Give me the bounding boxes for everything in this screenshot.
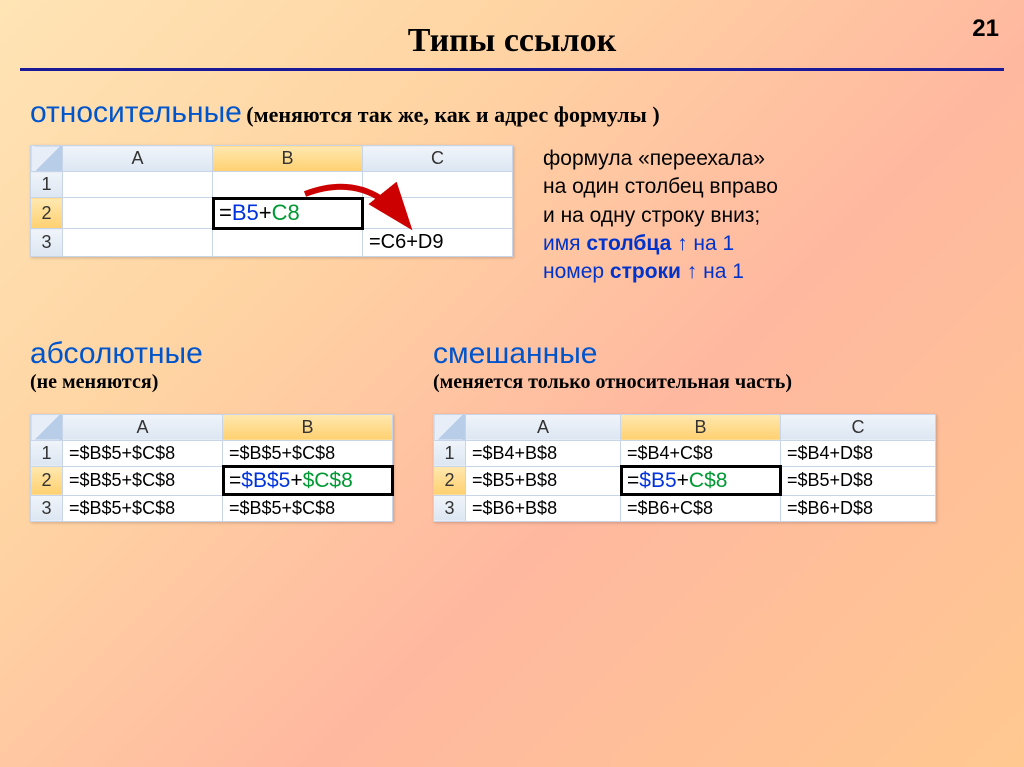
sheet-relative: A B C 1 2 =B5+C8 3 [30,145,513,257]
row-2: 2 [31,466,63,495]
cell-a2: =$B5+B$8 [466,466,621,495]
heading-mixed: смешанные [433,337,597,370]
t: столбца [586,232,671,255]
sheet-mixed: A B C 1 =$B4+B$8 =$B4+C$8 =$B4+D$8 2 =$B… [433,414,936,522]
cell-a2 [63,198,213,229]
cell-a3: =$B$5+$C$8 [63,495,223,521]
cell-b3: =$B$5+$C$8 [223,495,393,521]
row-2: 2 [434,466,466,495]
t: ↑ на 1 [671,232,734,255]
sheet-absolute: A B 1 =$B$5+$C$8 =$B$5+$C$8 2 =$B$5+$C$8… [30,414,393,522]
row-header-1: 1 [31,172,63,198]
eq: = [229,469,241,492]
line3: и на одну строку вниз; [543,202,778,230]
cell-c3: =$B6+D$8 [781,495,936,521]
cell-c2 [363,198,513,229]
cell-b2-selected: =$B5+C$8 [621,466,781,495]
corner-cell [434,414,466,440]
cell-a1: =$B$5+$C$8 [63,440,223,466]
t: имя [543,232,586,255]
col-a: A [63,414,223,440]
cell-c1: =$B4+D$8 [781,440,936,466]
col-b: B [621,414,781,440]
sub-absolute: (не меняются) [30,371,393,394]
ref1: $B5 [639,469,676,492]
col-b: B [223,414,393,440]
col-header-a: A [63,146,213,172]
cell-a2: =$B$5+$C$8 [63,466,223,495]
plus: + [259,200,272,225]
heading-absolute: абсолютные [30,337,203,370]
ref2: C$8 [689,469,728,492]
line4: имя столбца ↑ на 1 [543,230,778,258]
heading-relative: относительные [30,96,242,129]
sub-mixed: (меняется только относительная часть) [433,371,936,394]
t: номер [543,260,610,283]
corner-cell [31,146,63,172]
col-header-b: B [213,146,363,172]
line5: номер строки ↑ на 1 [543,258,778,286]
row-3: 3 [434,495,466,521]
row-1: 1 [434,440,466,466]
sub-relative: (меняются так же, как и адрес формулы ) [246,102,659,127]
t: ↑ на 1 [681,260,744,283]
page-number: 21 [972,15,999,43]
section-relative: относительные (меняются так же, как и ад… [30,96,994,287]
cell-b1: =$B$5+$C$8 [223,440,393,466]
section-absolute: абсолютные (не меняются) A B 1 =$B$5+$C$… [30,337,393,522]
row-header-2: 2 [31,198,63,229]
cell-b2-selected: =B5+C8 [213,198,363,229]
row-header-3: 3 [31,229,63,257]
eq: = [219,200,232,225]
t: строки [610,260,681,283]
cell-c3: =C6+D9 [363,229,513,257]
ref-c8: C8 [272,200,300,225]
slide-title: Типы ссылок [0,0,1024,60]
cell-a3 [63,229,213,257]
eq: = [627,469,639,492]
ref2: $C$8 [303,469,353,492]
col-a: A [466,414,621,440]
cell-c1 [363,172,513,198]
line2: на один столбец вправо [543,173,778,201]
cell-b2-selected: =$B$5+$C$8 [223,466,393,495]
corner-cell [31,414,63,440]
explanation-block: формула «переехала» на один столбец впра… [543,145,778,287]
col-c: C [781,414,936,440]
cell-a1: =$B4+B$8 [466,440,621,466]
cell-b1 [213,172,363,198]
plus: + [290,469,302,492]
cell-b1: =$B4+C$8 [621,440,781,466]
row-3: 3 [31,495,63,521]
col-header-c: C [363,146,513,172]
cell-b3 [213,229,363,257]
section-mixed: смешанные (меняется только относительная… [433,337,936,522]
title-underline [20,68,1004,71]
ref-b5: B5 [232,200,259,225]
plus: + [677,469,689,492]
cell-c2: =$B5+D$8 [781,466,936,495]
ref1: $B$5 [241,469,290,492]
cell-a1 [63,172,213,198]
cell-a3: =$B6+B$8 [466,495,621,521]
cell-b3: =$B6+C$8 [621,495,781,521]
line1: формула «переехала» [543,145,778,173]
row-1: 1 [31,440,63,466]
